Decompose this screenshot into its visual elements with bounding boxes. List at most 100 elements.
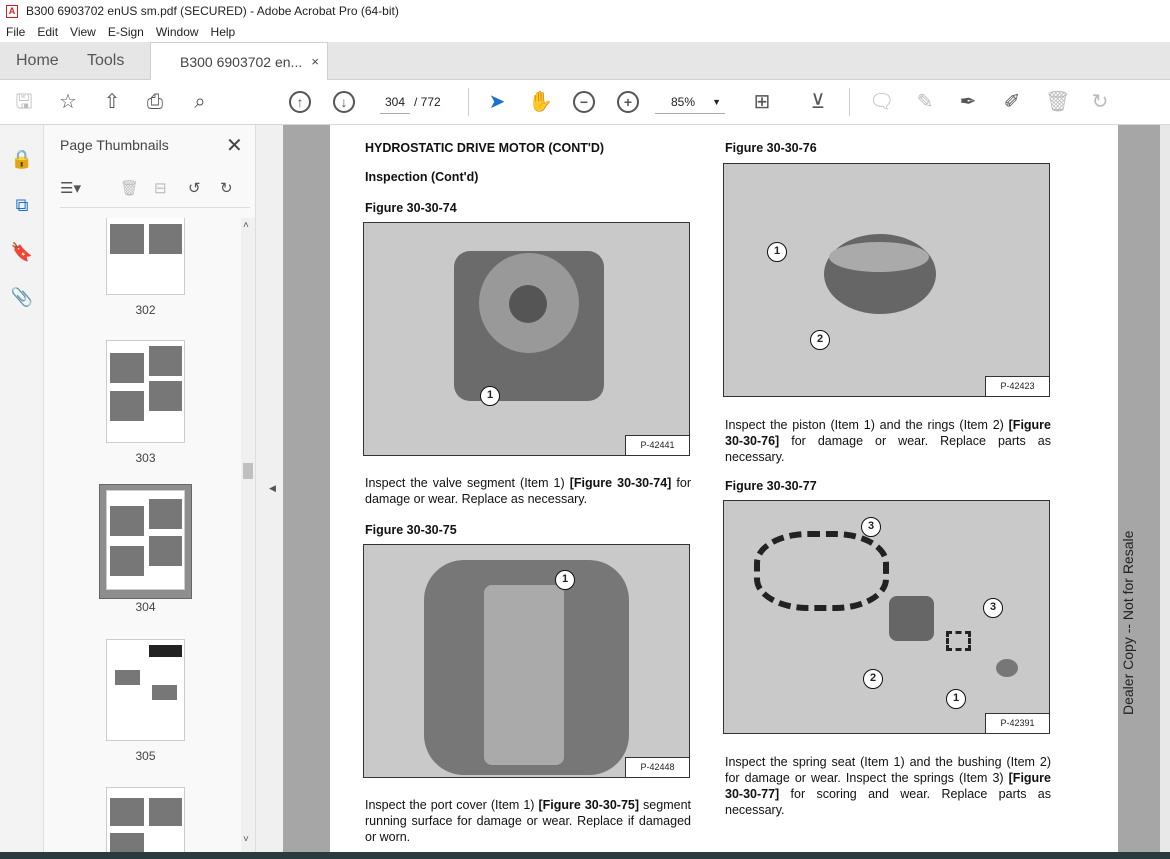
section-heading: HYDROSTATIC DRIVE MOTOR (CONT'D) — [365, 141, 605, 155]
menu-esign[interactable]: E-Sign — [108, 25, 144, 39]
menu-help[interactable]: Help — [211, 25, 236, 39]
hand-tool-icon[interactable]: ✋ — [528, 90, 553, 114]
thumbnail-page-302[interactable] — [106, 218, 185, 295]
edit-pdf-icon[interactable]: ✐ — [1000, 90, 1024, 114]
spring-photo — [754, 531, 889, 611]
thumbnail-label: 302 — [135, 303, 156, 317]
save-icon[interactable]: 🖫 — [12, 90, 36, 114]
print-icon[interactable]: ⎙ — [143, 90, 167, 114]
menu-edit[interactable]: Edit — [37, 25, 58, 39]
menu-view[interactable]: View — [70, 25, 96, 39]
thumbnail-label: 303 — [135, 451, 156, 465]
thumbnail-scrollbar[interactable]: ˄ ˅ — [241, 218, 255, 852]
collapse-panel-handle[interactable]: ◀ — [255, 125, 283, 852]
bookmark-star-icon[interactable]: ☆ — [56, 90, 80, 114]
thumbnail-list: 302 303 304 305 — [44, 218, 241, 852]
rotate-icon[interactable]: ↻ — [1088, 90, 1112, 114]
divider — [849, 88, 850, 116]
collapse-arrow-icon[interactable]: ◀ — [269, 483, 276, 494]
panel-title: Page Thumbnails — [60, 137, 169, 153]
thumbnail-page-304[interactable] — [106, 490, 185, 590]
window-title: B300 6903702 enUS sm.pdf (SECURED) - Ado… — [26, 4, 399, 18]
photo-id: P-42391 — [985, 713, 1049, 733]
callout: 2 — [863, 669, 883, 689]
rotate-cw-icon[interactable]: ↻ — [220, 179, 233, 197]
fill-sign-icon[interactable]: ✒ — [956, 90, 980, 114]
title-bar: A B300 6903702 enUS sm.pdf (SECURED) - A… — [0, 0, 1170, 22]
attachment-icon[interactable]: 📎 — [10, 285, 34, 309]
page-total: / 772 — [414, 95, 441, 109]
taskbar — [0, 852, 1170, 859]
callout: 3 — [861, 517, 881, 537]
thumbnail-label: 305 — [135, 749, 156, 763]
divider — [60, 207, 250, 208]
menu-window[interactable]: Window — [156, 25, 199, 39]
menu-file[interactable]: File — [6, 25, 25, 39]
tab-home[interactable]: Home — [16, 42, 59, 80]
document-scrollbar[interactable] — [1160, 125, 1170, 852]
paragraph: Inspect the valve segment (Item 1) [Figu… — [365, 476, 692, 506]
fit-page-icon[interactable]: ⊞ — [750, 90, 774, 114]
subheading: Inspection (Cont'd) — [365, 170, 479, 184]
paragraph: Inspect the spring seat (Item 1) and the… — [725, 755, 1051, 817]
callout: 1 — [946, 689, 966, 709]
figure-title: Figure 30-30-75 — [365, 523, 457, 537]
thumbnail-label: 304 — [135, 600, 156, 614]
tab-document[interactable]: B300 6903702 en... × — [150, 42, 328, 81]
zoom-in-icon[interactable]: + — [617, 91, 639, 113]
photo-id: P-42423 — [985, 376, 1049, 396]
delete-icon[interactable]: 🗑 — [1045, 90, 1070, 114]
thumbnail-page-303[interactable] — [106, 340, 185, 443]
thumbnail-page-305[interactable] — [106, 639, 185, 741]
scrollbar-thumb[interactable] — [243, 463, 253, 479]
zoom-out-icon[interactable]: − — [573, 91, 595, 113]
paragraph: Inspect the piston (Item 1) and the ring… — [725, 418, 1051, 464]
delete-pages-icon[interactable]: 🗑 — [120, 179, 139, 197]
scroll-mode-icon[interactable]: ⊻ — [806, 90, 830, 114]
tab-document-label: B300 6903702 en... — [180, 54, 303, 70]
tab-bar: Home Tools B300 6903702 en... × — [0, 42, 1170, 81]
menu-bar: File Edit View E-Sign Window Help — [0, 22, 1170, 42]
rotate-ccw-icon[interactable]: ↺ — [188, 179, 201, 197]
previous-page-icon[interactable]: ↑ — [289, 91, 311, 113]
close-tab-icon[interactable]: × — [311, 43, 319, 81]
acrobat-logo-icon: A — [6, 4, 18, 18]
page-number-input[interactable]: 304 — [380, 92, 410, 114]
callout: 2 — [810, 330, 830, 350]
scroll-down-icon[interactable]: ˅ — [243, 834, 249, 845]
zoom-select[interactable]: 85% ▼ — [655, 92, 725, 114]
options-menu-icon[interactable]: ☰▾ — [60, 179, 81, 197]
tab-tools[interactable]: Tools — [87, 42, 124, 80]
pdf-page: HYDROSTATIC DRIVE MOTOR (CONT'D) Inspect… — [330, 125, 1136, 852]
close-panel-icon[interactable]: ✕ — [226, 133, 243, 158]
chevron-down-icon: ▼ — [712, 97, 721, 107]
callout: 1 — [480, 386, 500, 406]
thumbnail-tools: ☰▾ 🗑 ⊟ ↺ ↻ — [60, 179, 250, 199]
toolbar: 🖫 ☆ ⇧ ⎙ ⌕ ↑ ↓ 304 / 772 ➤ ✋ − + 85% ▼ ⊞ ⊻… — [0, 80, 1170, 125]
extract-pages-icon[interactable]: ⊟ — [154, 179, 167, 197]
divider — [468, 88, 469, 116]
comment-icon[interactable]: 🗨 — [869, 90, 894, 114]
select-cursor-icon[interactable]: ➤ — [485, 90, 509, 114]
callout: 3 — [983, 598, 1003, 618]
lock-icon[interactable]: 🔒 — [10, 147, 34, 171]
navigation-rail: 🔒 ⧉ 🔖 📎 — [0, 125, 44, 852]
page-thumbnails-icon[interactable]: ⧉ — [10, 193, 34, 217]
document-view[interactable]: HYDROSTATIC DRIVE MOTOR (CONT'D) Inspect… — [283, 125, 1160, 852]
search-zoom-icon[interactable]: ⌕ — [188, 90, 212, 114]
bookmark-icon[interactable]: 🔖 — [10, 240, 34, 264]
figure-title: Figure 30-30-74 — [365, 201, 457, 215]
photo-id: P-42441 — [625, 435, 689, 455]
next-page-icon[interactable]: ↓ — [333, 91, 355, 113]
watermark-text: Dealer Copy -- Not for Resale — [1120, 530, 1136, 715]
upload-cloud-icon[interactable]: ⇧ — [100, 90, 124, 114]
zoom-value: 85% — [671, 95, 696, 109]
highlight-icon[interactable]: ✎ — [913, 90, 937, 114]
figure-30-30-75: 1 P-42448 — [363, 544, 690, 778]
figure-title: Figure 30-30-77 — [725, 479, 817, 493]
scroll-up-icon[interactable]: ˄ — [243, 220, 249, 231]
thumbnail-page-306[interactable] — [106, 787, 185, 852]
figure-title: Figure 30-30-76 — [725, 141, 817, 155]
page-thumbnails-panel: Page Thumbnails ✕ ☰▾ 🗑 ⊟ ↺ ↻ 302 303 304… — [44, 125, 255, 852]
figure-30-30-76: 1 2 P-42423 — [723, 163, 1050, 397]
